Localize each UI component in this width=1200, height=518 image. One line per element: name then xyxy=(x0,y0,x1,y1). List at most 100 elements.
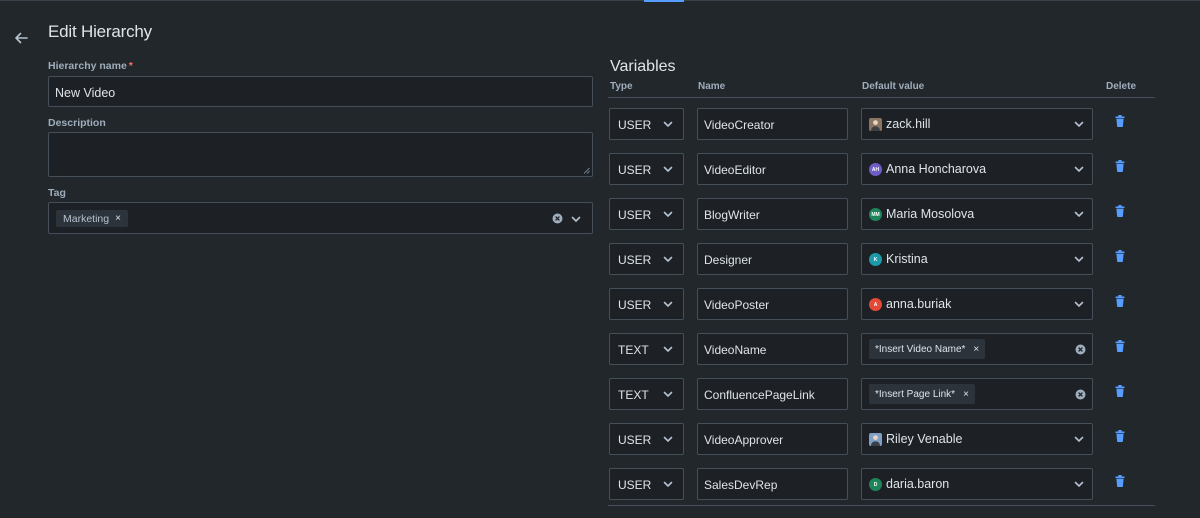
clear-icon[interactable] xyxy=(1074,388,1086,400)
default-value-chip: *Insert Page Link* × xyxy=(869,384,975,404)
default-value-chip: *Insert Video Name* × xyxy=(869,339,986,359)
variable-name-input[interactable]: ConfluencePageLink xyxy=(697,378,848,410)
back-button[interactable] xyxy=(10,27,32,49)
page-title: Edit Hierarchy xyxy=(48,22,152,41)
default-value-select[interactable]: zack.hill xyxy=(861,108,1093,140)
variable-name-input[interactable]: VideoCreator xyxy=(697,108,848,140)
variable-name-input[interactable]: VideoApprover xyxy=(697,423,848,455)
hierarchy-name-label: Hierarchy name * xyxy=(48,60,133,72)
default-value-text: anna.buriak xyxy=(886,297,952,311)
header-divider xyxy=(608,97,1155,98)
variable-name-input[interactable]: VideoEditor xyxy=(697,153,848,185)
variable-name-value: SalesDevRep xyxy=(704,478,778,492)
type-select[interactable]: USER xyxy=(609,423,684,455)
chevron-down-icon[interactable] xyxy=(662,208,674,220)
default-value-select[interactable]: Ddaria.baron xyxy=(861,468,1093,500)
chevron-down-icon[interactable] xyxy=(1073,253,1085,265)
avatar xyxy=(869,433,882,446)
trash-icon[interactable] xyxy=(1114,429,1126,443)
chevron-down-icon[interactable] xyxy=(662,343,674,355)
hierarchy-name-value: New Video xyxy=(55,86,116,100)
variable-name-input[interactable]: BlogWriter xyxy=(697,198,848,230)
column-header-delete: Delete xyxy=(1106,81,1137,92)
avatar: K xyxy=(869,253,882,266)
variable-name-input[interactable]: VideoPoster xyxy=(697,288,848,320)
chevron-down-icon[interactable] xyxy=(662,433,674,445)
table-row: USER VideoEditor AH Anna Honcharova xyxy=(0,153,1200,185)
type-value: USER xyxy=(618,253,652,267)
trash-icon[interactable] xyxy=(1114,249,1126,263)
avatar-initials: MM xyxy=(871,211,880,218)
clear-icon[interactable] xyxy=(1074,343,1086,355)
variables-title: Variables xyxy=(610,58,676,75)
type-select[interactable]: USER xyxy=(609,153,684,185)
chevron-down-icon[interactable] xyxy=(1073,433,1085,445)
table-row: USER VideoApprover Riley Venable xyxy=(0,423,1200,455)
variable-name-value: BlogWriter xyxy=(704,208,760,222)
avatar-initials: D xyxy=(873,481,878,488)
avatar: A xyxy=(869,298,882,311)
chevron-down-icon[interactable] xyxy=(1073,298,1085,310)
trash-icon[interactable] xyxy=(1114,204,1126,218)
default-value-text: Kristina xyxy=(886,252,928,266)
variable-name-input[interactable]: SalesDevRep xyxy=(697,468,848,500)
variable-name-value: VideoName xyxy=(704,343,767,357)
default-value-select[interactable]: K Kristina xyxy=(861,243,1093,275)
type-select[interactable]: USER xyxy=(609,288,684,320)
default-value-text: Maria Mosolova xyxy=(886,207,975,221)
type-select[interactable]: TEXT xyxy=(609,378,684,410)
type-value: USER xyxy=(618,433,652,447)
required-mark: * xyxy=(128,60,133,72)
default-value-select[interactable]: MM Maria Mosolova xyxy=(861,198,1093,230)
default-value-select[interactable]: *Insert Video Name* × xyxy=(861,333,1093,365)
trash-icon[interactable] xyxy=(1114,294,1126,308)
default-value-text: Anna Honcharova xyxy=(886,162,987,176)
chevron-down-icon[interactable] xyxy=(662,163,674,175)
chevron-down-icon[interactable] xyxy=(1073,163,1085,175)
variable-name-value: ConfluencePageLink xyxy=(704,388,815,402)
close-icon[interactable]: × xyxy=(963,389,969,400)
hierarchy-name-label-text: Hierarchy name xyxy=(48,60,127,72)
close-icon[interactable]: × xyxy=(973,344,979,355)
avatar-initials: K xyxy=(873,256,878,263)
trash-icon[interactable] xyxy=(1114,384,1126,398)
variable-name-input[interactable]: VideoName xyxy=(697,333,848,365)
chevron-down-icon[interactable] xyxy=(662,253,674,265)
column-header-default-value: Default value xyxy=(862,81,925,92)
type-select[interactable]: TEXT xyxy=(609,333,684,365)
chevron-down-icon[interactable] xyxy=(1073,208,1085,220)
arrow-left-icon xyxy=(15,32,28,44)
type-select[interactable]: USER xyxy=(609,243,684,275)
trash-icon[interactable] xyxy=(1114,159,1126,173)
table-row: USER Designer K Kristina xyxy=(0,243,1200,275)
default-value-text: daria.baron xyxy=(886,477,950,491)
trash-icon[interactable] xyxy=(1114,339,1126,353)
default-value-select[interactable]: AH Anna Honcharova xyxy=(861,153,1093,185)
chevron-down-icon[interactable] xyxy=(1073,118,1085,130)
type-select[interactable]: USER xyxy=(609,468,684,500)
table-row: TEXT ConfluencePageLink *Insert Page Link*… xyxy=(0,378,1200,410)
chevron-down-icon[interactable] xyxy=(662,478,674,490)
trash-icon[interactable] xyxy=(1114,474,1126,488)
avatar-initials: AH xyxy=(871,166,880,173)
chevron-down-icon[interactable] xyxy=(662,118,674,130)
variable-name-input[interactable]: Designer xyxy=(697,243,848,275)
type-select[interactable]: USER xyxy=(609,198,684,230)
table-row: USER SalesDevRep Ddaria.baron xyxy=(0,468,1200,500)
avatar-initials: A xyxy=(873,301,878,308)
default-value-select[interactable]: Riley Venable xyxy=(861,423,1093,455)
variable-name-value: VideoApprover xyxy=(704,433,784,447)
avatar: D xyxy=(869,478,882,491)
default-value-select[interactable]: *Insert Page Link* × xyxy=(861,378,1093,410)
avatar: MM xyxy=(869,208,882,221)
type-select[interactable]: USER xyxy=(609,108,684,140)
default-value-select[interactable]: Aanna.buriak xyxy=(861,288,1093,320)
chevron-down-icon[interactable] xyxy=(1073,478,1085,490)
type-value: USER xyxy=(618,298,652,312)
trash-icon[interactable] xyxy=(1114,114,1126,128)
chevron-down-icon[interactable] xyxy=(662,388,674,400)
column-header-type: Type xyxy=(610,81,633,92)
hierarchy-name-input[interactable]: New Video xyxy=(48,76,593,107)
table-row: USER VideoCreator zack.hill xyxy=(0,108,1200,140)
chevron-down-icon[interactable] xyxy=(662,298,674,310)
